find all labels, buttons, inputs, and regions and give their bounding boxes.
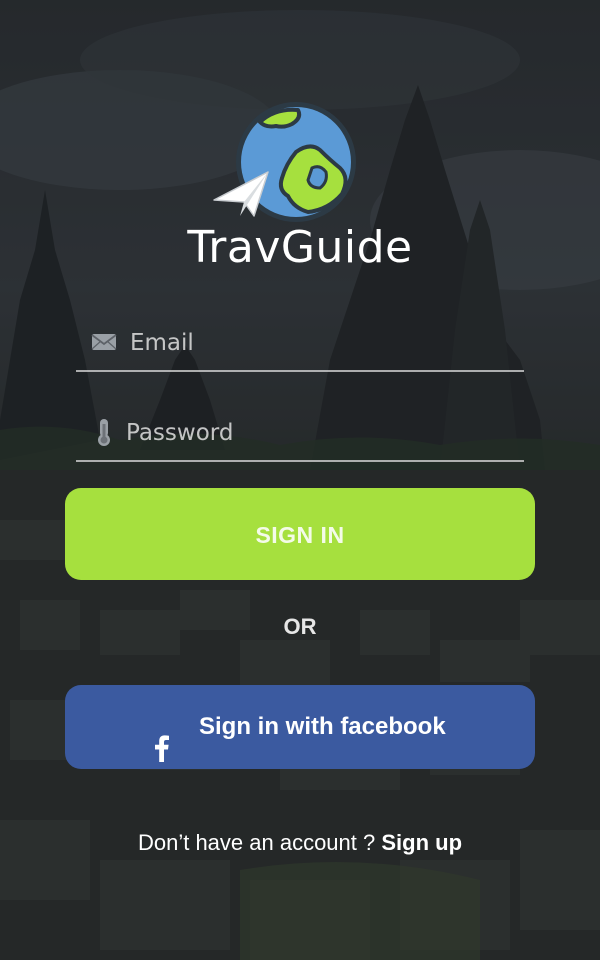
globe-with-paper-plane-icon (200, 98, 400, 230)
envelope-icon (90, 328, 118, 356)
or-divider: OR (283, 614, 317, 639)
signup-prompt-text: Don’t have an account ? (137, 830, 376, 855)
email-input[interactable] (128, 320, 512, 366)
app-title: TravGuide (187, 222, 413, 273)
sign-up-link[interactable]: Sign up (381, 830, 462, 855)
password-input[interactable] (124, 410, 508, 456)
facebook-icon (151, 713, 171, 762)
signup-prompt: Don’t have an account ? Sign up (0, 830, 600, 856)
email-field (76, 320, 524, 372)
login-screen: TravGuide SIGN IN OR (0, 0, 600, 960)
sign-in-button[interactable]: SIGN IN (65, 488, 535, 580)
facebook-sign-in-button[interactable]: Sign in with facebook (65, 685, 535, 769)
facebook-button-label: Sign in with facebook (199, 713, 446, 740)
thermometer-icon (90, 418, 118, 446)
password-field (76, 410, 524, 462)
